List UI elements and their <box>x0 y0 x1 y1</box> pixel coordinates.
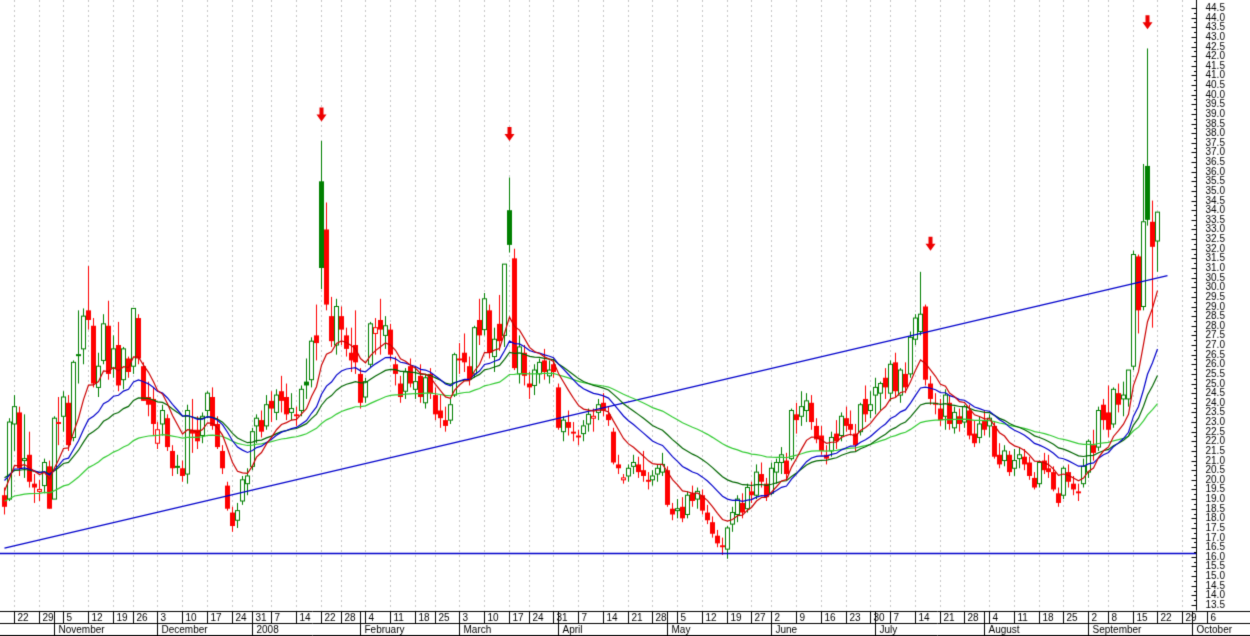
price-chart-canvas[interactable] <box>0 0 1250 636</box>
vix-candlestick-chart: ^VIX (32.4000, 33.9300, 30.8100, 33.9100… <box>0 0 1250 636</box>
